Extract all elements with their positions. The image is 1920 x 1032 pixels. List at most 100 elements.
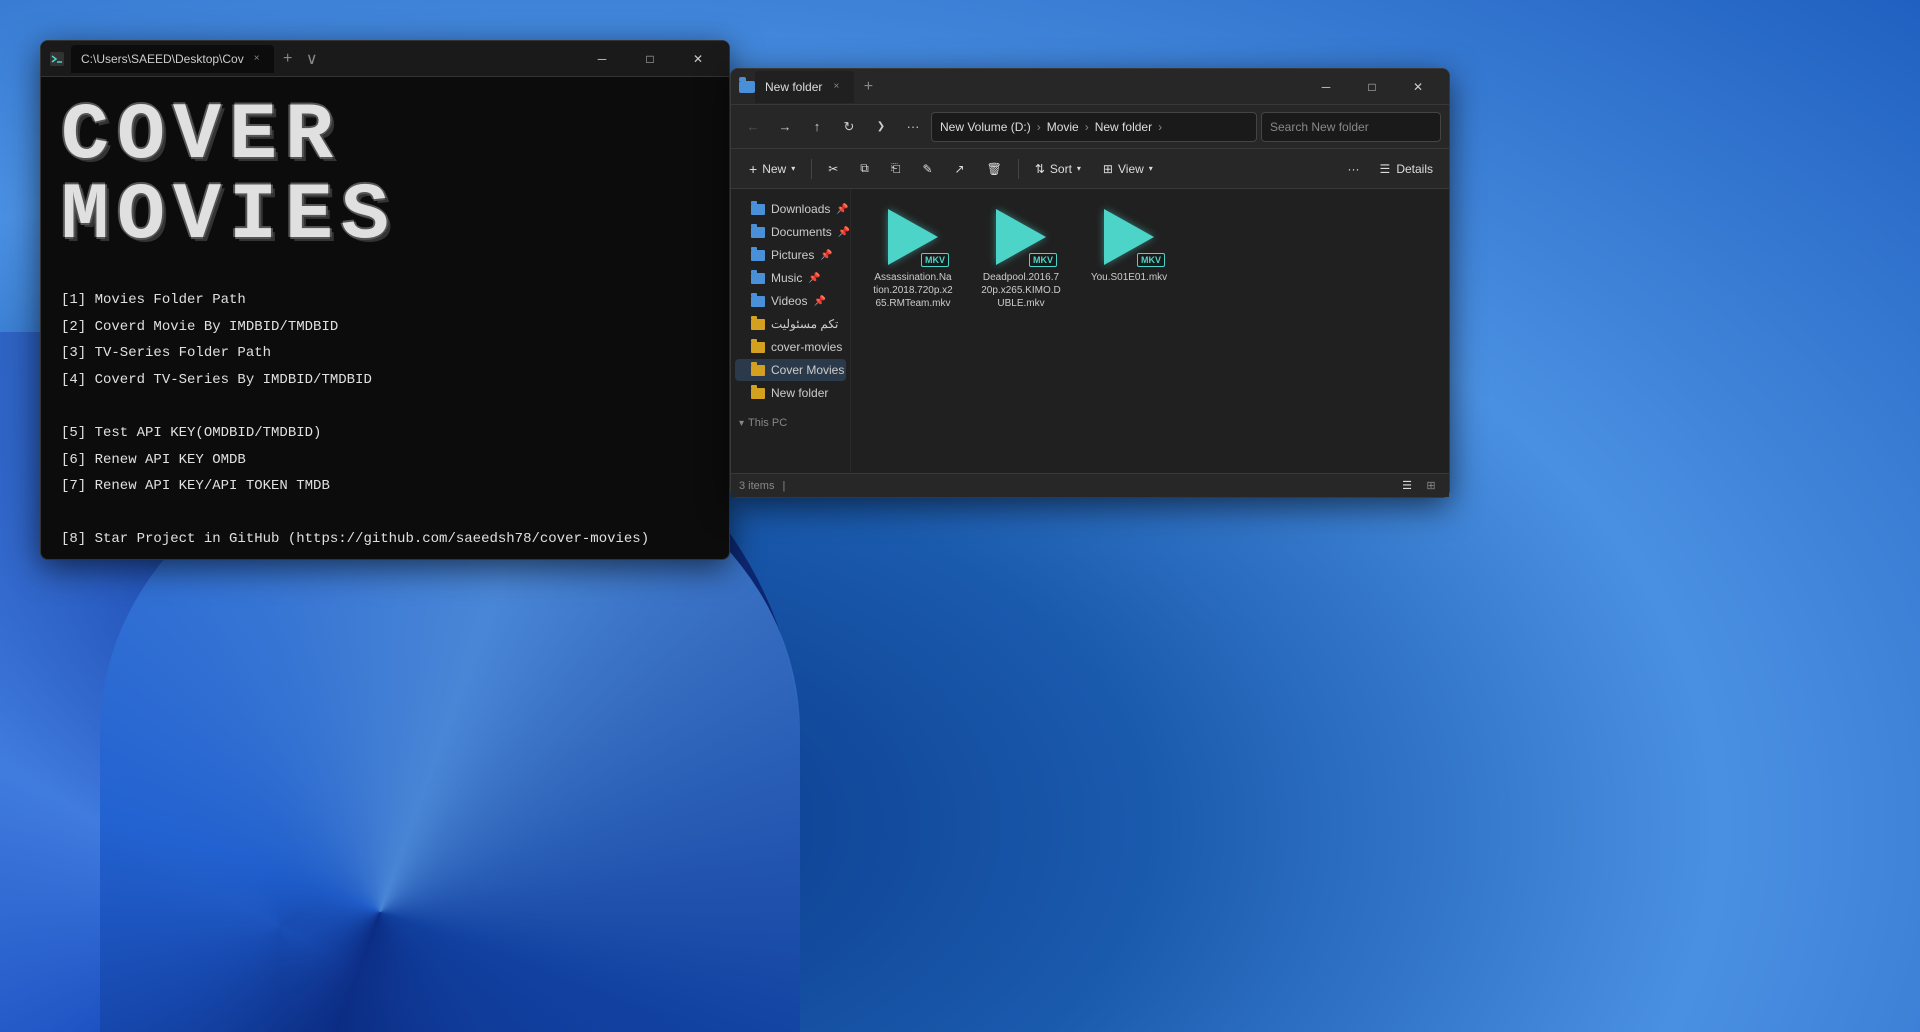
sidebar-item-new-folder[interactable]: New folder — [735, 382, 846, 404]
videos-pin-icon: 📌 — [813, 296, 825, 307]
path-newfolder[interactable]: New folder — [1095, 120, 1152, 134]
sidebar-item-pictures[interactable]: Pictures 📌 — [735, 244, 846, 266]
toolbar-new-btn[interactable]: + New ▾ — [739, 155, 805, 183]
downloads-pin-icon: 📌 — [836, 204, 848, 215]
toolbar-details-btn[interactable]: ☰ Details — [1372, 162, 1441, 176]
rename-icon: ✎ — [922, 162, 932, 176]
toolbar-share-btn[interactable]: ↗ — [945, 155, 975, 183]
address-search[interactable]: Search New folder — [1261, 112, 1441, 142]
view-icon: ⊞ — [1103, 162, 1113, 176]
terminal-minimize-btn[interactable]: ─ — [579, 45, 625, 73]
search-placeholder: Search New folder — [1270, 120, 1369, 134]
toolbar-view-label: View — [1118, 162, 1144, 176]
path-movie[interactable]: Movie — [1047, 120, 1079, 134]
terminal-tab-close-btn[interactable]: × — [250, 52, 264, 66]
new-folder-icon — [751, 388, 765, 399]
mkv-badge-1: MKV — [921, 253, 949, 267]
nav-up-btn[interactable]: ↑ — [803, 113, 831, 141]
mkv-badge-3: MKV — [1137, 253, 1165, 267]
toolbar-more-btn[interactable]: ··· — [1338, 155, 1370, 183]
files-area: MKV Assassination.Nation.2018.720p.x265.… — [851, 189, 1449, 473]
sidebar-item-music[interactable]: Music 📌 — [735, 267, 846, 289]
explorer-tab-close-btn[interactable]: × — [828, 79, 844, 95]
app-logo: COVER MOVIES — [61, 97, 709, 257]
menu-item-6[interactable]: [6] Renew API KEY OMDB — [61, 447, 709, 474]
nav-more-btn[interactable]: ··· — [899, 113, 927, 141]
terminal-window: C:\Users\SAEED\Desktop\Cov × + ∨ ─ □ ✕ C… — [40, 40, 730, 560]
deadpool-mkv-icon: MKV — [985, 207, 1057, 267]
nav-refresh-btn[interactable]: ↻ — [835, 113, 863, 141]
file-item-assassination[interactable]: MKV Assassination.Nation.2018.720p.x265.… — [863, 201, 963, 316]
mkv-badge-2: MKV — [1029, 253, 1057, 267]
terminal-new-tab-btn[interactable]: + — [274, 45, 302, 73]
file-item-you[interactable]: MKV You.S01E01.mkv — [1079, 201, 1179, 316]
terminal-tab[interactable]: C:\Users\SAEED\Desktop\Cov × — [71, 45, 274, 73]
assassination-mkv-icon: MKV — [877, 207, 949, 267]
cut-icon: ✂ — [828, 162, 838, 176]
sort-dropdown-icon: ▾ — [1077, 164, 1081, 173]
address-bar: ← → ↑ ↻ ❯ ··· New Volume (D:) › Movie › … — [731, 105, 1449, 149]
explorer-minimize-btn[interactable]: ─ — [1303, 71, 1349, 103]
toolbar-new-label: New — [762, 162, 786, 176]
terminal-maximize-btn[interactable]: □ — [627, 45, 673, 73]
deadpool-filename: Deadpool.2016.720p.x265.KIMO.DUBLE.mkv — [981, 271, 1060, 310]
explorer-folder-icon — [739, 81, 755, 93]
sidebar-item-documents[interactable]: Documents 📌 — [735, 221, 846, 243]
this-pc-label: This PC — [748, 417, 787, 429]
this-pc-chevron: ▾ — [739, 418, 744, 429]
sidebar-item-downloads[interactable]: Downloads 📌 — [735, 198, 846, 220]
menu-item-5[interactable]: [5] Test API KEY(OMDBID/TMDBID) — [61, 420, 709, 447]
sidebar-this-pc-header[interactable]: ▾ This PC — [731, 413, 850, 433]
sidebar-new-folder-label: New folder — [771, 386, 828, 400]
address-path[interactable]: New Volume (D:) › Movie › New folder › — [931, 112, 1257, 142]
details-icon: ☰ — [1380, 162, 1391, 176]
documents-folder-icon — [751, 227, 765, 238]
explorer-new-tab-btn[interactable]: + — [854, 73, 882, 101]
terminal-close-btn[interactable]: ✕ — [675, 45, 721, 73]
toolbar-rename-btn[interactable]: ✎ — [912, 155, 942, 183]
nav-chevron-btn[interactable]: ❯ — [867, 113, 895, 141]
toolbar-copy-btn[interactable]: ⧉ — [850, 155, 879, 183]
menu-item-8[interactable]: [8] Star Project in GitHub (https://gith… — [61, 526, 709, 553]
nav-forward-btn[interactable]: → — [771, 113, 799, 141]
explorer-tab[interactable]: New folder × — [755, 71, 854, 103]
toolbar-delete-btn[interactable]: 🗑 — [977, 155, 1012, 183]
explorer-maximize-btn[interactable]: □ — [1349, 71, 1395, 103]
paste-icon: ⎗ — [891, 161, 901, 176]
toolbar-paste-btn[interactable]: ⎗ — [881, 155, 911, 183]
menu-item-2[interactable]: [2] Coverd Movie By IMDBID/TMDBID — [61, 314, 709, 341]
terminal-body: COVER MOVIES [1] Movies Folder Path [2] … — [41, 77, 729, 559]
menu-item-1[interactable]: [1] Movies Folder Path — [61, 287, 709, 314]
file-item-deadpool[interactable]: MKV Deadpool.2016.720p.x265.KIMO.DUBLE.m… — [971, 201, 1071, 316]
explorer-toolbar: + New ▾ ✂ ⧉ ⎗ ✎ ↗ 🗑 ⇅ Sort ▾ ⊞ — [731, 149, 1449, 189]
menu-item-7[interactable]: [7] Renew API KEY/API TOKEN TMDB — [61, 473, 709, 500]
sidebar-nav: Downloads 📌 Documents 📌 Pictures 📌 Music… — [731, 189, 851, 473]
downloads-folder-icon — [751, 204, 765, 215]
sidebar-downloads-label: Downloads — [771, 202, 830, 216]
sidebar-item-masooliat[interactable]: تکم مسئولیت — [735, 313, 846, 335]
path-root[interactable]: New Volume (D:) — [940, 120, 1031, 134]
sidebar-cover-movies-label: Cover Movies — [771, 363, 844, 377]
menu-item-4[interactable]: [4] Coverd TV-Series By IMDBID/TMDBID — [61, 367, 709, 394]
sidebar-item-videos[interactable]: Videos 📌 — [735, 290, 846, 312]
menu-spacer-2 — [61, 500, 709, 527]
terminal-dropdown-btn[interactable]: ∨ — [302, 45, 322, 73]
view-list-btn[interactable]: ☰ — [1397, 476, 1417, 496]
terminal-icon — [49, 51, 65, 67]
status-separator: | — [782, 480, 785, 492]
menu-item-3[interactable]: [3] TV-Series Folder Path — [61, 340, 709, 367]
assassination-filename: Assassination.Nation.2018.720p.x265.RMTe… — [873, 271, 953, 310]
sidebar-item-cover-movies[interactable]: Cover Movies — [735, 359, 846, 381]
videos-folder-icon — [751, 296, 765, 307]
toolbar-cut-btn[interactable]: ✂ — [818, 155, 848, 183]
masooliat-folder-icon — [751, 319, 765, 330]
explorer-close-btn[interactable]: ✕ — [1395, 71, 1441, 103]
view-grid-btn[interactable]: ⊞ — [1421, 476, 1441, 496]
documents-pin-icon: 📌 — [838, 227, 850, 238]
toolbar-view-btn[interactable]: ⊞ View ▾ — [1093, 155, 1163, 183]
nav-back-btn[interactable]: ← — [739, 113, 767, 141]
toolbar-sort-btn[interactable]: ⇅ Sort ▾ — [1025, 155, 1091, 183]
pictures-pin-icon: 📌 — [820, 250, 832, 261]
terminal-window-controls: ─ □ ✕ — [579, 45, 721, 73]
sidebar-item-cover-movies-lower[interactable]: cover-movies — [735, 336, 846, 358]
